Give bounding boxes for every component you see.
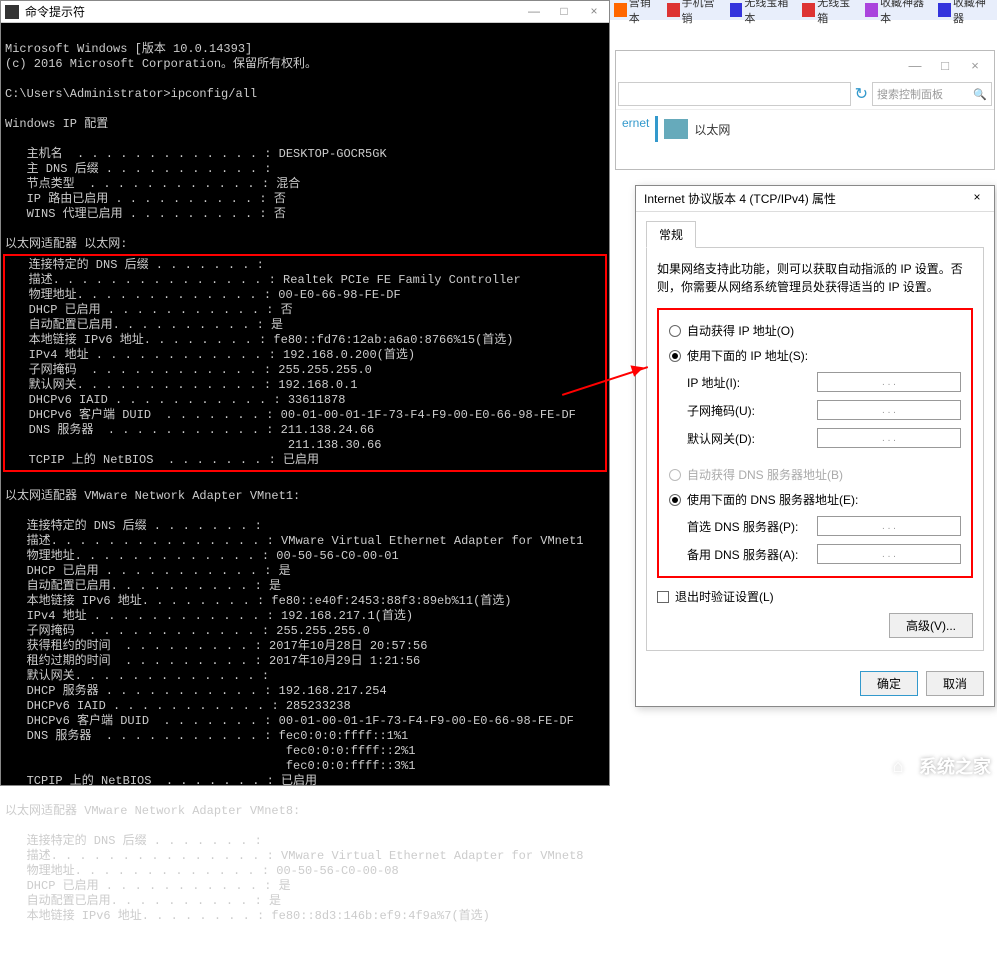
close-button[interactable]: × xyxy=(960,58,990,73)
maximize-button[interactable]: □ xyxy=(930,58,960,73)
maximize-button[interactable]: □ xyxy=(549,1,579,21)
explorer-window: — □ × ↻ 搜索控制面板 🔍 ernet 以太网 xyxy=(615,50,995,170)
toolbar-item[interactable]: 手机营销 xyxy=(663,0,726,26)
toolbar-item[interactable]: 营销本 xyxy=(610,0,663,26)
toolbar-item[interactable]: 无线宝箱本 xyxy=(726,0,799,26)
auto-dns-radio: 自动获得 DNS 服务器地址(B) xyxy=(669,462,961,487)
dns2-label: 备用 DNS 服务器(A): xyxy=(687,546,817,563)
auto-ip-radio[interactable]: 自动获得 IP 地址(O) xyxy=(669,318,961,343)
cmd-titlebar[interactable]: 命令提示符 — □ × xyxy=(1,1,609,23)
ethernet-adapter-item[interactable]: 以太网 xyxy=(655,116,730,142)
cmd-output: Microsoft Windows [版本 10.0.14393] (c) 20… xyxy=(1,23,609,958)
sidebar-label: ernet xyxy=(622,116,649,142)
minimize-button[interactable]: — xyxy=(900,58,930,73)
minimize-button[interactable]: — xyxy=(519,1,549,21)
refresh-icon[interactable]: ↻ xyxy=(855,84,868,104)
cmd-title: 命令提示符 xyxy=(25,3,85,20)
ip-address-input[interactable]: . . . xyxy=(817,372,961,392)
toolbar-item[interactable]: 收藏神器本 xyxy=(861,0,934,26)
browser-toolbar: 营销本 手机营销 无线宝箱本 无线宝箱 收藏神器本 收藏神器 xyxy=(610,0,997,20)
dns2-input[interactable]: . . . xyxy=(817,544,961,564)
cancel-button[interactable]: 取消 xyxy=(926,671,984,696)
subnet-mask-input[interactable]: . . . xyxy=(817,400,961,420)
dialog-title: Internet 协议版本 4 (TCP/IPv4) 属性 xyxy=(644,190,836,207)
gateway-label: 默认网关(D): xyxy=(687,430,817,447)
gateway-input[interactable]: . . . xyxy=(817,428,961,448)
manual-ip-radio[interactable]: 使用下面的 IP 地址(S): xyxy=(669,343,961,368)
search-icon: 🔍 xyxy=(973,88,987,101)
dialog-description: 如果网络支持此功能，则可以获取自动指派的 IP 设置。否则，你需要从网络系统管理… xyxy=(657,260,973,296)
validate-checkbox[interactable]: 退出时验证设置(L) xyxy=(657,578,973,609)
toolbar-item[interactable]: 无线宝箱 xyxy=(798,0,861,26)
watermark: ⌂ 系统之家 xyxy=(881,752,991,780)
subnet-mask-label: 子网掩码(U): xyxy=(687,402,817,419)
watermark-logo-icon: ⌂ xyxy=(881,752,915,780)
close-button[interactable]: × xyxy=(579,1,609,21)
highlighted-settings: 自动获得 IP 地址(O) 使用下面的 IP 地址(S): IP 地址(I): … xyxy=(657,308,973,578)
ip-address-label: IP 地址(I): xyxy=(687,374,817,391)
search-input[interactable]: 搜索控制面板 🔍 xyxy=(872,82,992,106)
network-icon xyxy=(664,119,688,139)
address-bar[interactable] xyxy=(618,82,851,106)
advanced-button[interactable]: 高级(V)... xyxy=(889,613,973,638)
close-icon[interactable]: × xyxy=(968,190,986,208)
command-prompt-window: 命令提示符 — □ × Microsoft Windows [版本 10.0.1… xyxy=(0,0,610,786)
tcpip-properties-dialog: Internet 协议版本 4 (TCP/IPv4) 属性 × 常规 如果网络支… xyxy=(635,185,995,707)
cmd-icon xyxy=(5,5,19,19)
manual-dns-radio[interactable]: 使用下面的 DNS 服务器地址(E): xyxy=(669,487,961,512)
dns1-label: 首选 DNS 服务器(P): xyxy=(687,518,817,535)
toolbar-item[interactable]: 收藏神器 xyxy=(934,0,997,26)
tab-general[interactable]: 常规 xyxy=(646,221,696,248)
ok-button[interactable]: 确定 xyxy=(860,671,918,696)
dns1-input[interactable]: . . . xyxy=(817,516,961,536)
